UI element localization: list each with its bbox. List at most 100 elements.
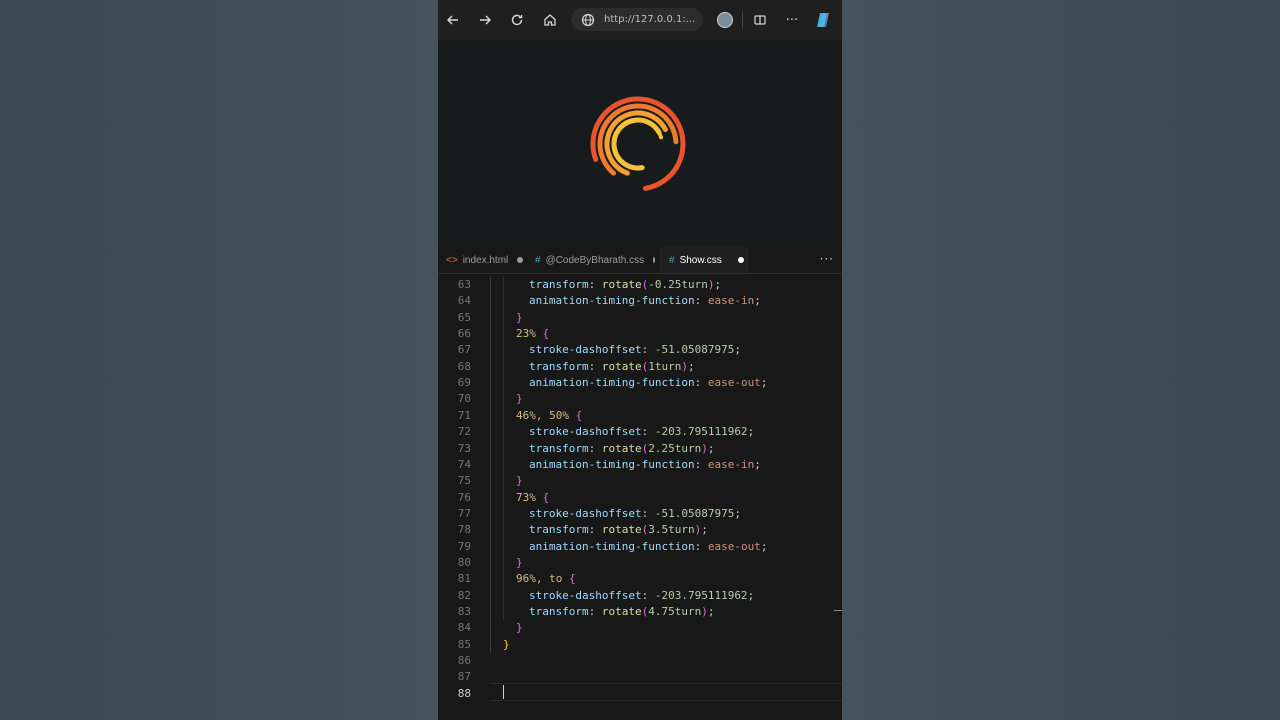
code-line[interactable]: 83 transform: rotate(4.75turn); xyxy=(438,604,842,620)
code-token: 23% xyxy=(516,327,536,341)
line-text: animation-timing-function: ease-out; xyxy=(529,539,767,555)
tab-label: @CodeByBharath.css xyxy=(545,254,645,266)
copilot-icon[interactable] xyxy=(814,11,832,29)
code-line[interactable]: 74 animation-timing-function: ease-in; xyxy=(438,457,842,473)
code-token: transform xyxy=(529,359,589,373)
line-text: stroke-dashoffset: -51.05087975; xyxy=(529,506,741,522)
code-token: { xyxy=(542,327,550,341)
code-line[interactable]: 68 transform: rotate(1turn); xyxy=(438,359,842,375)
code-line[interactable]: 86 xyxy=(438,653,842,669)
code-token: ; xyxy=(734,506,741,520)
code-line[interactable]: 73 transform: rotate(2.25turn); xyxy=(438,441,842,457)
line-number: 79 xyxy=(457,539,471,553)
code-line[interactable]: 72 stroke-dashoffset: -203.795111962; xyxy=(438,424,842,440)
code-line[interactable]: 67 stroke-dashoffset: -51.05087975; xyxy=(438,342,842,358)
code-token: 4.75turn xyxy=(648,605,702,618)
code-token: : xyxy=(694,376,708,390)
code-line[interactable]: 69 animation-timing-function: ease-out; xyxy=(438,375,842,391)
code-token: { xyxy=(575,408,583,422)
code-line[interactable]: 85} xyxy=(438,637,842,653)
code-line[interactable]: 64 animation-timing-function: ease-in; xyxy=(438,293,842,309)
forward-icon[interactable] xyxy=(473,8,497,32)
code-token: : xyxy=(694,294,708,308)
home-icon[interactable] xyxy=(538,8,562,32)
code-line[interactable]: 80} xyxy=(438,555,842,571)
code-line[interactable]: 82 stroke-dashoffset: -203.795111962; xyxy=(438,588,842,604)
line-text: stroke-dashoffset: -203.795111962; xyxy=(529,424,754,440)
code-token: transform xyxy=(529,605,589,618)
code-line[interactable]: 78 transform: rotate(3.5turn); xyxy=(438,522,842,538)
line-number: 86 xyxy=(457,654,471,668)
tab-label: Show.css xyxy=(679,254,722,266)
code-line[interactable]: 77 stroke-dashoffset: -51.05087975; xyxy=(438,506,842,522)
code-token: } xyxy=(516,392,523,406)
line-text: transform: rotate(1turn); xyxy=(529,359,695,375)
code-line[interactable]: 66 23% { xyxy=(438,326,842,342)
code-line[interactable]: 76 73% { xyxy=(438,490,842,506)
code-token: -203.795111962 xyxy=(654,588,748,602)
line-text: } xyxy=(516,310,523,326)
code-token: : xyxy=(641,425,655,439)
indent-guide xyxy=(503,277,504,621)
profile-avatar[interactable] xyxy=(717,12,733,28)
code-token: : xyxy=(694,539,708,553)
code-token: : xyxy=(641,506,655,520)
line-number: 64 xyxy=(457,294,471,308)
more-icon[interactable]: ··· xyxy=(780,8,804,32)
back-icon[interactable] xyxy=(441,8,465,32)
code-token: : xyxy=(641,343,655,357)
code-token: 2.25turn xyxy=(648,441,702,455)
code-token: rotate xyxy=(601,523,642,537)
line-text: transform: rotate(4.75turn); xyxy=(529,604,714,620)
code-line[interactable]: 70} xyxy=(438,391,842,407)
code-token: ; xyxy=(714,278,722,291)
line-text: animation-timing-function: ease-in; xyxy=(529,457,761,473)
code-token: rotate xyxy=(601,441,642,455)
code-token: ; xyxy=(707,605,715,618)
refresh-icon[interactable] xyxy=(505,8,529,32)
line-text: animation-timing-function: ease-in; xyxy=(529,293,761,309)
line-text: animation-timing-function: ease-out; xyxy=(529,375,767,391)
code-token: rotate xyxy=(601,605,642,618)
tab-label: index.html xyxy=(462,254,509,266)
editor-tabs: <> index.html # @CodeByBharath.css # Sho… xyxy=(438,247,842,274)
code-token: : xyxy=(588,605,602,618)
tab-codebybharath-css[interactable]: # @CodeByBharath.css xyxy=(535,247,655,273)
browser-toolbar: http://127.0.0.1:... ··· xyxy=(438,0,842,40)
code-line[interactable]: 75} xyxy=(438,473,842,489)
code-token: ; xyxy=(760,376,768,390)
line-text: } xyxy=(516,620,523,636)
code-token: } xyxy=(503,637,510,651)
code-line[interactable]: 87 xyxy=(438,669,842,685)
code-line[interactable]: 71 46%, 50% { xyxy=(438,408,842,424)
code-line[interactable]: 65} xyxy=(438,310,842,326)
editor-more-icon[interactable]: ··· xyxy=(820,252,834,266)
line-number: 67 xyxy=(457,343,471,357)
code-token: ; xyxy=(747,425,755,439)
tab-index-html[interactable]: <> index.html xyxy=(446,247,526,273)
address-bar[interactable]: http://127.0.0.1:... xyxy=(571,8,703,31)
code-line[interactable]: 79 animation-timing-function: ease-out; xyxy=(438,539,842,555)
code-token: stroke-dashoffset xyxy=(529,425,642,439)
line-text: 23% { xyxy=(516,326,549,342)
line-number: 63 xyxy=(457,278,471,291)
code-line[interactable]: 84} xyxy=(438,620,842,636)
line-number: 85 xyxy=(457,637,471,651)
line-number: 71 xyxy=(457,408,471,422)
line-number: 80 xyxy=(457,555,471,569)
code-line[interactable]: 81 96%, to { xyxy=(438,571,842,587)
code-line[interactable]: 88 xyxy=(438,686,842,702)
code-token: ) xyxy=(681,359,688,373)
scrollbar-marker xyxy=(834,610,842,611)
line-text: transform: rotate(2.25turn); xyxy=(529,441,714,457)
line-number: 65 xyxy=(457,310,471,324)
code-token: 73% xyxy=(516,490,536,504)
split-screen-icon[interactable] xyxy=(748,8,772,32)
code-line[interactable]: 63 transform: rotate(-0.25turn); xyxy=(438,277,842,293)
mobile-frame: http://127.0.0.1:... ··· <> index.html #… xyxy=(438,0,842,720)
code-token: 3.5turn xyxy=(648,523,695,537)
tab-show-css[interactable]: # Show.css xyxy=(659,247,749,273)
